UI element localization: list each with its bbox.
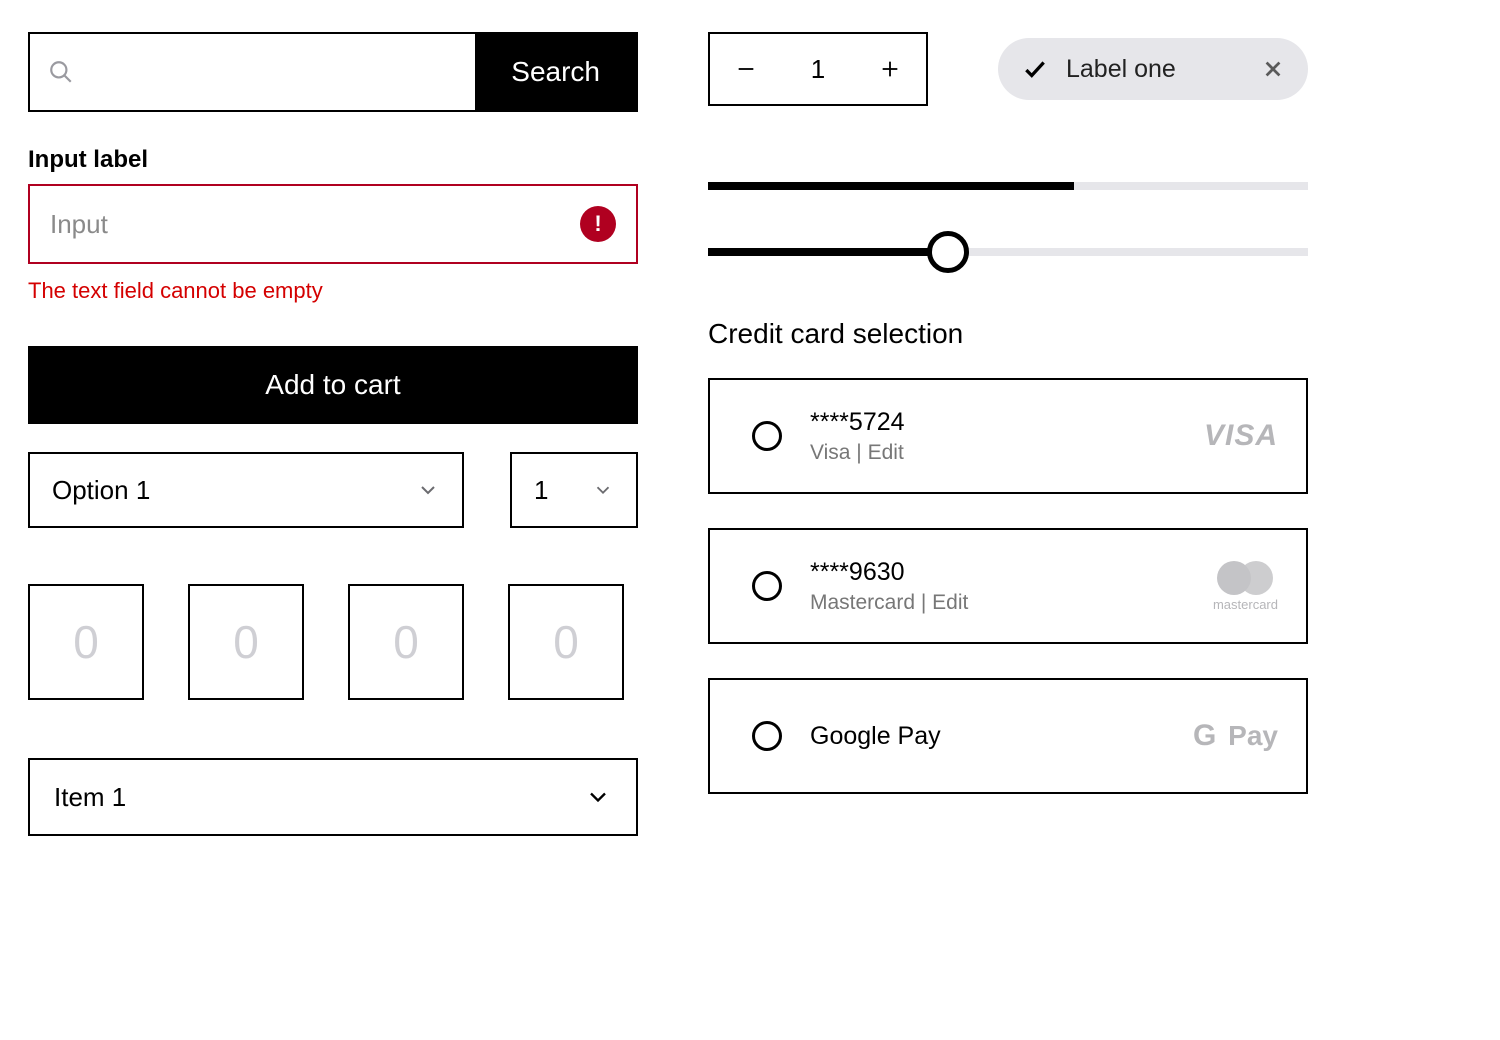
- credit-card-heading: Credit card selection: [708, 318, 1308, 350]
- quantity-stepper: 1: [708, 32, 928, 106]
- chevron-down-icon: [592, 479, 614, 501]
- error-input-wrap: !: [28, 184, 638, 264]
- add-to-cart-button[interactable]: Add to cart: [28, 346, 638, 424]
- otp-digit-4[interactable]: [508, 584, 624, 700]
- otp-digit-3[interactable]: [348, 584, 464, 700]
- error-message: The text field cannot be empty: [28, 278, 638, 304]
- mastercard-logo: mastercard: [1213, 561, 1278, 612]
- stepper-decrement[interactable]: [710, 34, 782, 104]
- stepper-value: 1: [782, 34, 854, 104]
- item-select[interactable]: Item 1: [28, 758, 638, 836]
- card-number: Google Pay: [810, 722, 1165, 751]
- credit-card-option-visa[interactable]: ****5724 Visa | Edit VISA: [708, 378, 1308, 494]
- credit-card-option-googlepay[interactable]: Google Pay G Pay: [708, 678, 1308, 794]
- item-select-value: Item 1: [54, 782, 126, 813]
- check-icon: [1022, 56, 1048, 82]
- error-icon: !: [580, 206, 616, 242]
- search-icon: [48, 59, 74, 85]
- radio-icon[interactable]: [752, 721, 782, 751]
- close-icon[interactable]: [1262, 58, 1284, 80]
- search-button[interactable]: Search: [475, 34, 636, 110]
- search-input-wrap: [30, 34, 475, 110]
- credit-card-option-mastercard[interactable]: ****9630 Mastercard | Edit mastercard: [708, 528, 1308, 644]
- visa-logo: VISA: [1204, 419, 1278, 453]
- card-number: ****5724: [810, 408, 1176, 437]
- card-number: ****9630: [810, 558, 1185, 587]
- filter-chip[interactable]: Label one: [998, 38, 1308, 100]
- progress-fill: [708, 182, 1074, 190]
- otp-row: [28, 584, 638, 700]
- radio-icon[interactable]: [752, 421, 782, 451]
- stepper-increment[interactable]: [854, 34, 926, 104]
- search-input[interactable]: [86, 58, 457, 86]
- google-pay-logo: G Pay: [1193, 719, 1278, 753]
- search-bar: Search: [28, 32, 638, 112]
- slider-thumb[interactable]: [927, 231, 969, 273]
- text-input-error[interactable]: [50, 209, 568, 240]
- qty-select-value: 1: [534, 475, 548, 506]
- card-subtext: Visa | Edit: [810, 441, 1176, 465]
- progress-bar: [708, 182, 1308, 190]
- input-label: Input label: [28, 146, 638, 174]
- option-select-value: Option 1: [52, 475, 150, 506]
- otp-digit-1[interactable]: [28, 584, 144, 700]
- radio-icon[interactable]: [752, 571, 782, 601]
- option-select[interactable]: Option 1: [28, 452, 464, 528]
- slider[interactable]: [708, 248, 1308, 256]
- chevron-down-icon: [416, 478, 440, 502]
- slider-fill: [708, 248, 948, 256]
- chevron-down-icon: [584, 783, 612, 811]
- otp-digit-2[interactable]: [188, 584, 304, 700]
- qty-select[interactable]: 1: [510, 452, 638, 528]
- card-subtext: Mastercard | Edit: [810, 591, 1185, 615]
- chip-label: Label one: [1066, 55, 1244, 84]
